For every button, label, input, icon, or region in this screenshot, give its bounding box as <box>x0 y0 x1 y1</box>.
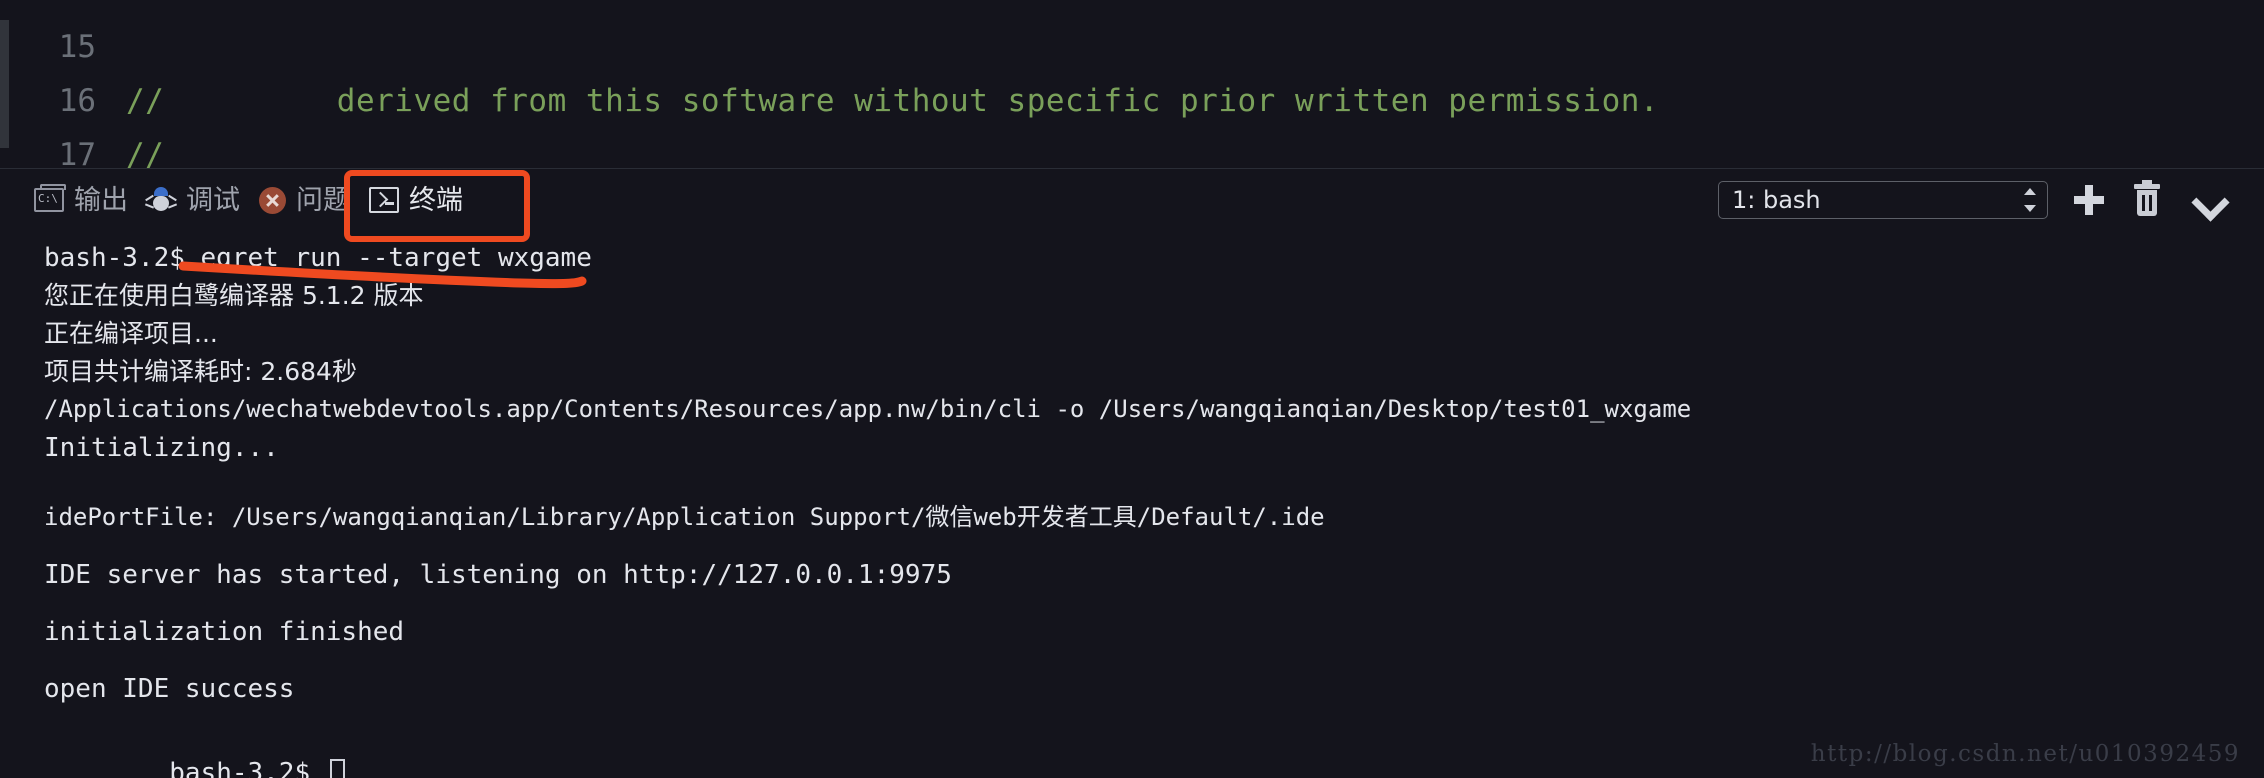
terminal-line: IDE server has started, listening on htt… <box>44 560 952 590</box>
terminal-line: Initializing... <box>44 433 279 463</box>
plus-icon[interactable] <box>2074 185 2104 215</box>
terminal-line: 正在编译项目... <box>44 319 218 348</box>
code-line: 15 // derived from this software without… <box>0 0 2264 119</box>
bottom-panel: 输出 调试 问题 终端 <box>0 168 2264 778</box>
terminal-line: initialization finished <box>44 617 405 647</box>
error-circle-icon <box>259 186 286 214</box>
terminal-line: open IDE success <box>44 674 295 704</box>
output-console-icon <box>34 184 66 212</box>
terminal-line: 项目共计编译耗时: 2.684秒 <box>44 357 357 386</box>
chevron-down-icon[interactable] <box>2192 183 2226 217</box>
tab-problems-label: 问题 <box>296 184 350 216</box>
terminal-selector[interactable]: 1: bash <box>1718 181 2048 219</box>
terminal-line: /Applications/wechatwebdevtools.app/Cont… <box>44 395 1692 423</box>
terminal-selector-value: 1: bash <box>1732 186 1821 214</box>
terminal-output[interactable]: bash-3.2$ egret run --target wxgame 您正在使… <box>0 231 2264 778</box>
tab-debug-label: 调试 <box>186 184 240 216</box>
tab-terminal-label: 终端 <box>409 184 463 216</box>
bug-icon <box>144 186 178 214</box>
tab-terminal[interactable]: 终端 <box>363 177 469 223</box>
vscode-window: 15 // derived from this software without… <box>0 0 2264 778</box>
tab-debug[interactable]: 调试 <box>140 177 246 223</box>
terminal-prompt-text: bash-3.2$ <box>169 758 326 778</box>
tab-output-label: 输出 <box>74 184 128 216</box>
terminal-line: 您正在使用白鹭编译器 5.1.2 版本 <box>44 281 424 310</box>
code-line: 18 // OR IMPLIED WARRANTIES, INCLUDING, … <box>0 128 2264 168</box>
terminal-prompt-line: bash-3.2$ <box>44 733 345 778</box>
terminal-cursor <box>329 759 345 778</box>
chevron-updown-icon[interactable] <box>2024 187 2036 213</box>
tab-output[interactable]: 输出 <box>28 177 134 223</box>
code-line: 16 // <box>0 20 2264 168</box>
code-line: 17 // THIS SOFTWARE IS PROVIDED BY EGRET… <box>0 74 2264 168</box>
code-editor[interactable]: 15 // derived from this software without… <box>0 0 2264 168</box>
terminal-line: idePortFile: /Users/wangqianqian/Library… <box>44 503 1325 531</box>
panel-tab-bar: 输出 调试 问题 终端 <box>0 169 2264 242</box>
terminal-line: bash-3.2$ egret run --target wxgame <box>44 243 592 273</box>
trash-icon[interactable] <box>2134 180 2160 216</box>
watermark-text: http://blog.csdn.net/u010392459 <box>1810 741 2240 767</box>
tab-problems[interactable]: 问题 <box>253 177 356 223</box>
terminal-prompt-icon <box>369 187 399 213</box>
